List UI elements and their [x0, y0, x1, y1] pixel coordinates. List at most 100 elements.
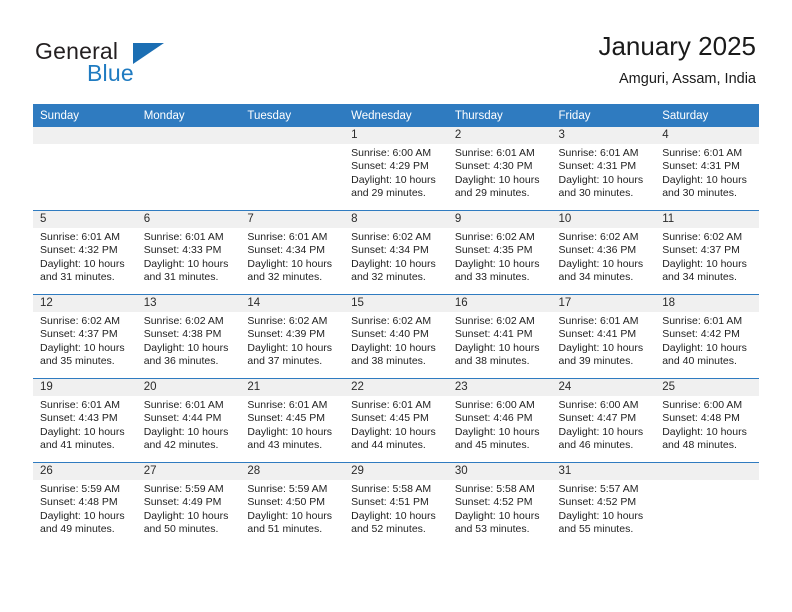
calendar-day-cell[interactable]: 18 Sunrise: 6:01 AM Sunset: 4:42 PM Dayligh… — [655, 294, 759, 379]
calendar-day-cell[interactable]: 7 Sunrise: 6:01 AM Sunset: 4:34 PM Daylight… — [240, 210, 345, 295]
daylight-text-line1: Daylight: 10 hours — [662, 341, 747, 354]
daylight-text-line2: and 37 minutes. — [247, 355, 323, 368]
general-blue-logo[interactable]: General Blue — [35, 38, 225, 88]
day-details: Sunrise: 6:01 AM Sunset: 4:45 PM Daylight:… — [240, 396, 344, 453]
day-number: 21 — [240, 379, 345, 396]
calendar-day-cell[interactable]: 25 Sunrise: 6:00 AM Sunset: 4:48 PM Dayligh… — [655, 378, 759, 463]
day-details: Sunrise: 6:01 AM Sunset: 4:42 PM Daylight:… — [655, 312, 759, 369]
sunrise-text: Sunrise: 6:02 AM — [351, 315, 432, 327]
daylight-text-line2: and 46 minutes. — [558, 439, 634, 452]
calendar-day-cell[interactable]: 6 Sunrise: 6:01 AM Sunset: 4:33 PM Daylight… — [136, 210, 241, 295]
sunrise-text: Sunrise: 6:01 AM — [454, 147, 535, 159]
sunset-text: Sunset: 4:41 PM — [558, 328, 637, 341]
sunset-text: Sunset: 4:35 PM — [454, 244, 533, 257]
daylight-text-line2: and 43 minutes. — [247, 439, 323, 452]
sunset-text: Sunset: 4:45 PM — [247, 412, 326, 425]
sunset-text: Sunset: 4:52 PM — [558, 496, 637, 509]
day-details: Sunrise: 6:01 AM Sunset: 4:41 PM Daylight:… — [552, 312, 656, 369]
calendar-day-cell[interactable]: 5 Sunrise: 6:01 AM Sunset: 4:32 PM Daylight… — [33, 210, 137, 295]
calendar-cell-inner — [33, 127, 137, 210]
calendar-day-cell[interactable]: 31 Sunrise: 5:57 AM Sunset: 4:52 PM Dayligh… — [551, 462, 656, 546]
sunset-text: Sunset: 4:51 PM — [351, 496, 429, 509]
calendar-day-cell[interactable]: 10 Sunrise: 6:02 AM Sunset: 4:36 PM Dayligh… — [551, 210, 656, 295]
sunset-text: Sunset: 4:42 PM — [662, 328, 740, 341]
day-details: Sunrise: 6:00 AM Sunset: 4:29 PM Daylight:… — [344, 144, 448, 201]
page-title: January 2025 — [598, 31, 756, 61]
calendar-cell-inner: 7 Sunrise: 6:01 AM Sunset: 4:34 PM Daylight… — [240, 211, 345, 294]
calendar-day-cell[interactable]: 4 Sunrise: 6:01 AM Sunset: 4:31 PM Daylight… — [655, 127, 759, 211]
calendar-day-cell[interactable]: 9 Sunrise: 6:02 AM Sunset: 4:35 PM Daylight… — [447, 210, 552, 295]
day-number: 8 — [344, 211, 448, 228]
calendar-day-cell[interactable]: 1 Sunrise: 6:00 AM Sunset: 4:29 PM Daylight… — [344, 127, 448, 211]
calendar-day-cell[interactable]: 16 Sunrise: 6:02 AM Sunset: 4:41 PM Dayligh… — [447, 294, 552, 379]
daylight-text-line2: and 29 minutes. — [454, 187, 530, 200]
weekday-header-wednesday: Wednesday — [344, 104, 448, 127]
daylight-text-line1: Daylight: 10 hours — [247, 341, 333, 354]
calendar-day-cell[interactable]: 20 Sunrise: 6:01 AM Sunset: 4:44 PM Dayligh… — [136, 378, 241, 463]
calendar-day-cell[interactable]: 29 Sunrise: 5:58 AM Sunset: 4:51 PM Dayligh… — [344, 462, 448, 546]
daylight-text-line1: Daylight: 10 hours — [558, 173, 644, 186]
day-details: Sunrise: 6:00 AM Sunset: 4:48 PM Daylight:… — [655, 396, 759, 453]
calendar-cell-inner: 28 Sunrise: 5:59 AM Sunset: 4:50 PM Dayligh… — [240, 463, 345, 546]
day-details: Sunrise: 5:58 AM Sunset: 4:52 PM Daylight:… — [448, 480, 552, 537]
calendar-day-cell[interactable]: 14 Sunrise: 6:02 AM Sunset: 4:39 PM Dayligh… — [240, 294, 345, 379]
daylight-text-line1: Daylight: 10 hours — [662, 173, 747, 186]
day-number: 29 — [344, 463, 448, 480]
weekday-header-monday: Monday — [136, 104, 241, 127]
daylight-text-line1: Daylight: 10 hours — [40, 341, 125, 354]
calendar-day-cell[interactable]: 13 Sunrise: 6:02 AM Sunset: 4:38 PM Dayligh… — [136, 294, 241, 379]
day-details: Sunrise: 6:02 AM Sunset: 4:36 PM Daylight:… — [552, 228, 656, 285]
sunrise-text: Sunrise: 6:01 AM — [247, 399, 328, 411]
sunrise-text: Sunrise: 6:02 AM — [143, 315, 224, 327]
day-number: 6 — [136, 211, 241, 228]
calendar-day-cell[interactable]: 8 Sunrise: 6:02 AM Sunset: 4:34 PM Daylight… — [344, 210, 448, 295]
sunset-text: Sunset: 4:48 PM — [662, 412, 740, 425]
calendar-day-cell[interactable]: 2 Sunrise: 6:01 AM Sunset: 4:30 PM Daylight… — [447, 127, 552, 211]
calendar-day-cell[interactable]: 30 Sunrise: 5:58 AM Sunset: 4:52 PM Dayligh… — [447, 462, 552, 546]
calendar-day-cell[interactable]: 11 Sunrise: 6:02 AM Sunset: 4:37 PM Dayligh… — [655, 210, 759, 295]
weekday-header-saturday: Saturday — [655, 104, 759, 127]
calendar-day-cell[interactable]: 22 Sunrise: 6:01 AM Sunset: 4:45 PM Dayligh… — [344, 378, 448, 463]
calendar-cell-inner: 13 Sunrise: 6:02 AM Sunset: 4:38 PM Dayligh… — [136, 295, 241, 378]
day-number: 18 — [655, 295, 759, 312]
calendar-day-cell[interactable]: 21 Sunrise: 6:01 AM Sunset: 4:45 PM Dayligh… — [240, 378, 345, 463]
calendar-day-cell[interactable]: 26 Sunrise: 5:59 AM Sunset: 4:48 PM Dayligh… — [33, 462, 137, 546]
calendar-day-cell[interactable]: 23 Sunrise: 6:00 AM Sunset: 4:46 PM Dayligh… — [447, 378, 552, 463]
sunset-text: Sunset: 4:46 PM — [454, 412, 533, 425]
sunset-text: Sunset: 4:33 PM — [143, 244, 222, 257]
day-number: 7 — [240, 211, 345, 228]
day-details: Sunrise: 6:00 AM Sunset: 4:46 PM Daylight:… — [448, 396, 552, 453]
day-number: 22 — [344, 379, 448, 396]
calendar-cell-empty — [240, 127, 345, 211]
sunrise-text: Sunrise: 6:01 AM — [662, 315, 743, 327]
day-number: 9 — [447, 211, 552, 228]
calendar-day-cell[interactable]: 17 Sunrise: 6:01 AM Sunset: 4:41 PM Dayligh… — [551, 294, 656, 379]
day-details: Sunrise: 6:02 AM Sunset: 4:35 PM Daylight:… — [448, 228, 552, 285]
daylight-text-line2: and 31 minutes. — [40, 271, 115, 284]
day-details: Sunrise: 6:01 AM Sunset: 4:43 PM Daylight:… — [33, 396, 137, 453]
daylight-text-line1: Daylight: 10 hours — [351, 509, 436, 522]
day-number — [33, 127, 137, 144]
calendar-day-cell[interactable]: 19 Sunrise: 6:01 AM Sunset: 4:43 PM Dayligh… — [33, 378, 137, 463]
calendar-day-cell[interactable]: 27 Sunrise: 5:59 AM Sunset: 4:49 PM Dayligh… — [136, 462, 241, 546]
daylight-text-line2: and 38 minutes. — [454, 355, 530, 368]
sunrise-text: Sunrise: 6:00 AM — [454, 399, 535, 411]
calendar-day-cell[interactable]: 24 Sunrise: 6:00 AM Sunset: 4:47 PM Dayligh… — [551, 378, 656, 463]
calendar-day-cell[interactable]: 15 Sunrise: 6:02 AM Sunset: 4:40 PM Dayligh… — [344, 294, 448, 379]
daylight-text-line1: Daylight: 10 hours — [247, 509, 333, 522]
day-number: 13 — [136, 295, 241, 312]
daylight-text-line1: Daylight: 10 hours — [558, 425, 644, 438]
daylight-text-line2: and 50 minutes. — [143, 523, 219, 536]
day-number: 1 — [344, 127, 448, 144]
calendar-day-cell[interactable]: 3 Sunrise: 6:01 AM Sunset: 4:31 PM Daylight… — [551, 127, 656, 211]
sunset-text: Sunset: 4:45 PM — [351, 412, 429, 425]
daylight-text-line1: Daylight: 10 hours — [662, 425, 747, 438]
title-block: January 2025 Amguri, Assam, India — [598, 31, 756, 88]
calendar-cell-inner: 8 Sunrise: 6:02 AM Sunset: 4:34 PM Daylight… — [344, 211, 448, 294]
day-number: 28 — [240, 463, 345, 480]
calendar-cell-inner: 25 Sunrise: 6:00 AM Sunset: 4:48 PM Dayligh… — [655, 379, 759, 462]
calendar-day-cell[interactable]: 28 Sunrise: 5:59 AM Sunset: 4:50 PM Dayligh… — [240, 462, 345, 546]
calendar-day-cell[interactable]: 12 Sunrise: 6:02 AM Sunset: 4:37 PM Dayligh… — [33, 294, 137, 379]
day-number — [136, 127, 241, 144]
calendar-cell-inner: 21 Sunrise: 6:01 AM Sunset: 4:45 PM Dayligh… — [240, 379, 345, 462]
